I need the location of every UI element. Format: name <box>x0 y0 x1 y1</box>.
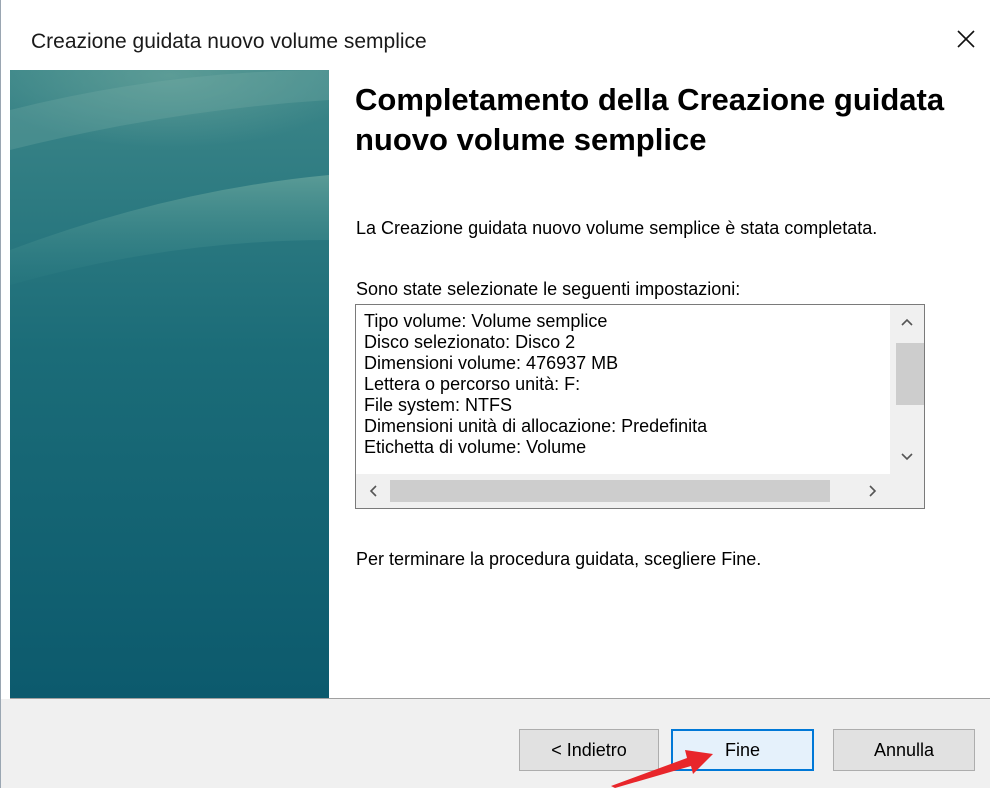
completion-description: La Creazione guidata nuovo volume sempli… <box>356 218 878 238</box>
horizontal-scrollbar[interactable] <box>356 474 890 508</box>
horizontal-scroll-thumb[interactable] <box>390 480 830 502</box>
chevron-up-icon <box>901 318 913 326</box>
vertical-scroll-thumb[interactable] <box>896 343 924 405</box>
wizard-content: Completamento della Creazione guidata nu… <box>329 70 990 698</box>
list-item: Lettera o percorso unità: F: <box>364 374 581 394</box>
chevron-down-icon <box>901 453 913 461</box>
list-item: Dimensioni volume: 476937 MB <box>364 353 619 373</box>
chevron-right-icon <box>869 485 877 497</box>
list-item: File system: NTFS <box>364 395 513 415</box>
list-item: Etichetta di volume: Volume <box>364 437 587 457</box>
settings-lines: Tipo volume: Volume semplice Disco selez… <box>364 311 894 467</box>
list-item: Disco selezionato: Disco 2 <box>364 332 576 352</box>
scroll-left-button[interactable] <box>356 474 390 508</box>
cancel-button[interactable]: Annulla <box>833 729 975 771</box>
scroll-right-button[interactable] <box>856 474 890 508</box>
window-title: Creazione guidata nuovo volume semplice <box>31 30 427 53</box>
close-icon <box>957 30 975 48</box>
chevron-left-icon <box>369 485 377 497</box>
scrollbar-corner <box>890 474 924 508</box>
scroll-up-button[interactable] <box>890 305 924 339</box>
page-title: Completamento della Creazione guidata nu… <box>355 82 945 157</box>
settings-label: Sono state selezionate le seguenti impos… <box>356 279 741 299</box>
settings-list[interactable]: Tipo volume: Volume semplice Disco selez… <box>355 304 925 509</box>
list-item: Dimensioni unità di allocazione: Predefi… <box>364 416 708 436</box>
back-button[interactable]: < Indietro <box>519 729 659 771</box>
wizard-window: Creazione guidata nuovo volume semplice <box>0 0 990 788</box>
vertical-scrollbar[interactable] <box>890 305 924 474</box>
banner-graphic <box>10 70 329 698</box>
scroll-down-button[interactable] <box>890 440 924 474</box>
finish-button[interactable]: Fine <box>671 729 814 771</box>
title-bar: Creazione guidata nuovo volume semplice <box>1 0 990 70</box>
list-item: Tipo volume: Volume semplice <box>364 311 608 331</box>
wizard-side-banner <box>10 70 329 698</box>
finish-instruction: Per terminare la procedura guidata, sceg… <box>356 549 762 569</box>
button-bar: < Indietro Fine Annulla <box>1 699 990 788</box>
close-button[interactable] <box>941 14 990 64</box>
